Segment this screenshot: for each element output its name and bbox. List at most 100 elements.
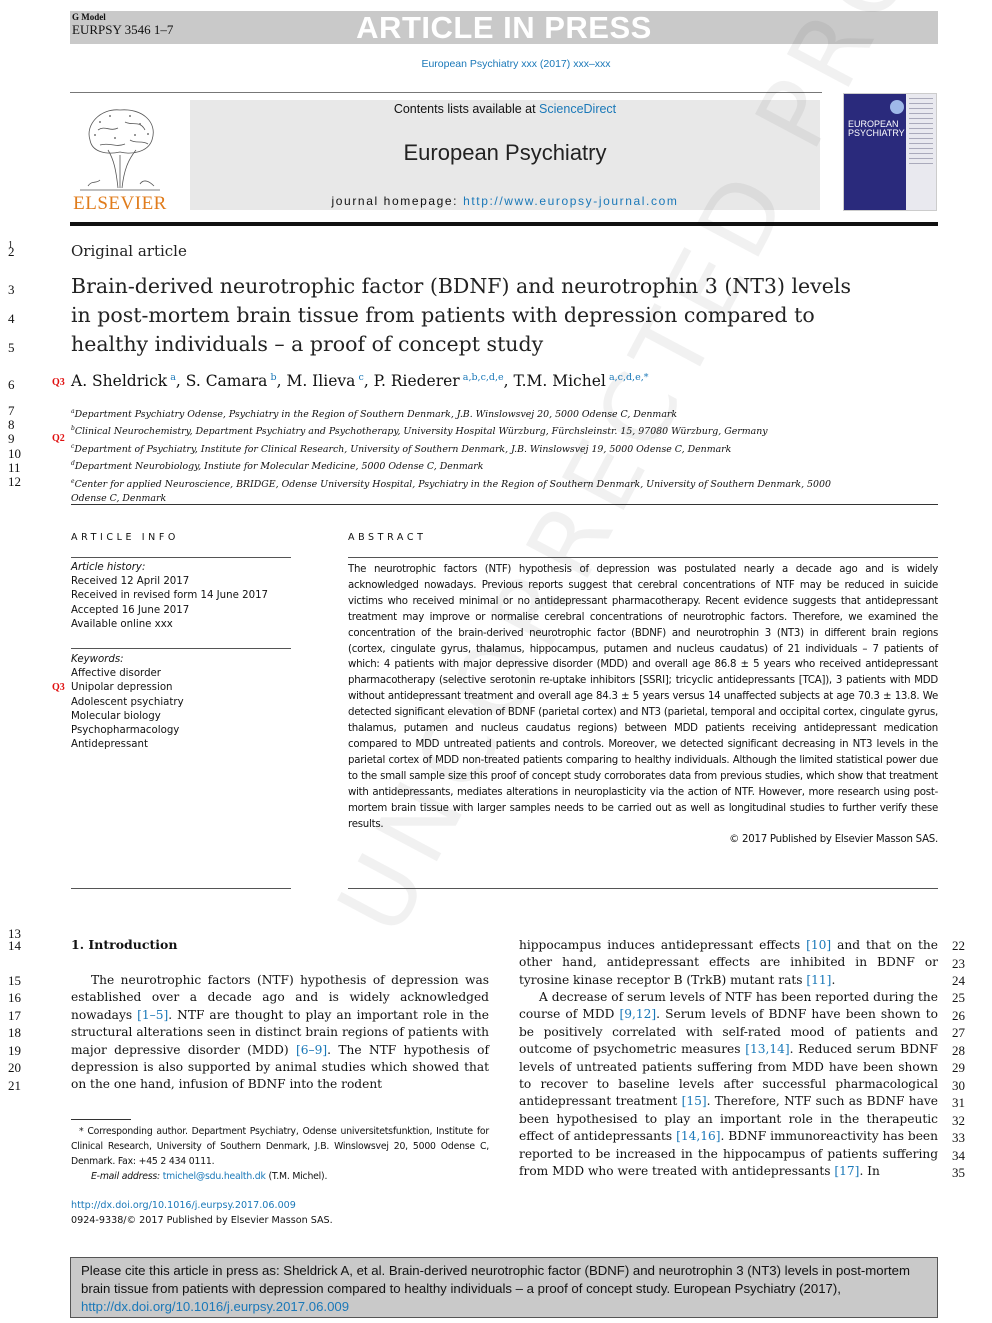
keyword: Psychopharmacology bbox=[71, 725, 180, 737]
line-number: 21 bbox=[8, 1078, 21, 1093]
query-marker[interactable]: Q2 bbox=[52, 433, 65, 444]
line-number: 18 bbox=[8, 1025, 21, 1040]
footnote-star: * bbox=[79, 1126, 84, 1137]
reference-link[interactable]: [10] bbox=[806, 938, 831, 952]
reference-link[interactable]: [15] bbox=[682, 1094, 707, 1108]
doi-link[interactable]: http://dx.doi.org/10.1016/j.eurpsy.2017.… bbox=[71, 1198, 333, 1213]
received-date: Received 12 April 2017 bbox=[71, 576, 190, 588]
author-affiliation-ref[interactable]: a,c,d,e,* bbox=[609, 372, 649, 383]
abstract-bottom-rule bbox=[348, 888, 938, 889]
line-number: 33 bbox=[952, 1130, 965, 1145]
citation-doi-link[interactable]: http://dx.doi.org/10.1016/j.eurpsy.2017.… bbox=[81, 1299, 349, 1314]
reference-link[interactable]: [9,12] bbox=[620, 1007, 657, 1021]
email-label: E-mail address: bbox=[91, 1171, 163, 1182]
paragraph-text: . bbox=[831, 972, 836, 987]
journal-reference: European Psychiatry xxx (2017) xxx–xxx bbox=[421, 58, 611, 70]
sciencedirect-link[interactable]: ScienceDirect bbox=[539, 102, 616, 116]
footnote-rule bbox=[71, 1119, 131, 1120]
author-separator: , bbox=[276, 372, 287, 391]
line-number: 35 bbox=[952, 1165, 965, 1180]
paragraph-text: hippocampus induces antidepressant effec… bbox=[519, 938, 807, 952]
article-history: Article history: Received 12 April 2017 … bbox=[71, 561, 268, 632]
article-title: Brain-derived neurotrophic factor (BDNF)… bbox=[71, 274, 851, 356]
author-separator: , bbox=[363, 372, 374, 391]
line-number: 22 bbox=[952, 938, 965, 953]
line-number: 23 bbox=[952, 956, 965, 971]
affiliation-item: cDepartment of Psychiatry, Institute for… bbox=[71, 440, 941, 457]
affiliation-text: Department of Psychiatry, Institute for … bbox=[74, 443, 732, 455]
intro-paragraph-right-1: hippocampus induces antidepressant effec… bbox=[519, 937, 938, 989]
line-number: 32 bbox=[952, 1113, 965, 1128]
author-name: M. Ilieva bbox=[286, 372, 359, 391]
keyword: Affective disorder bbox=[71, 668, 161, 680]
masthead-top-rule bbox=[70, 92, 822, 93]
line-number: 27 bbox=[952, 1025, 965, 1040]
email-link[interactable]: tmichel@sdu.health.dk bbox=[163, 1171, 266, 1182]
affiliation-item: aDepartment Psychiatry Odense, Psychiatr… bbox=[71, 405, 941, 422]
affiliation-item: dDepartment Neurobiology, Instiute for M… bbox=[71, 457, 941, 474]
line-number: 3 bbox=[8, 282, 15, 297]
history-label: Article history: bbox=[71, 562, 146, 573]
query-marker[interactable]: Q3 bbox=[52, 377, 65, 388]
line-number: 31 bbox=[952, 1095, 965, 1110]
affiliation-text: Center for applied Neuroscience, BRIDGE,… bbox=[74, 478, 831, 490]
doi-block: http://dx.doi.org/10.1016/j.eurpsy.2017.… bbox=[71, 1198, 333, 1228]
author-affiliation-ref[interactable]: a,b,c,d,e bbox=[463, 372, 504, 383]
article-type: Original article bbox=[71, 242, 187, 260]
author-separator: , bbox=[175, 372, 186, 391]
article-info-bottom-rule bbox=[71, 888, 291, 889]
affiliation-text: Clinical Neurochemistry, Department Psyc… bbox=[74, 426, 768, 438]
citation-box: Please cite this article in press as: Sh… bbox=[70, 1257, 938, 1318]
line-number: 30 bbox=[952, 1078, 965, 1093]
line-number: 24 bbox=[952, 973, 965, 988]
accepted-date: Accepted 16 June 2017 bbox=[71, 604, 190, 616]
reference-link[interactable]: [17] bbox=[834, 1164, 859, 1178]
line-number: 5 bbox=[8, 340, 15, 355]
line-number: 2 bbox=[8, 244, 15, 259]
journal-cover-image: EUROPEAN PSYCHIATRY bbox=[843, 93, 937, 211]
reference-link[interactable]: [14,16] bbox=[676, 1129, 720, 1143]
line-number: 14 bbox=[8, 938, 21, 953]
journal-homepage: journal homepage: http://www.europsy-jou… bbox=[190, 194, 820, 208]
header-divider bbox=[71, 504, 938, 505]
line-number: 15 bbox=[8, 973, 21, 988]
line-number: 17 bbox=[8, 1008, 21, 1023]
revised-date: Received in revised form 14 June 2017 bbox=[71, 590, 269, 602]
article-in-press-label: ARTICLE IN PRESS bbox=[356, 10, 652, 45]
homepage-link[interactable]: http://www.europsy-journal.com bbox=[463, 194, 678, 208]
contents-line: Contents lists available at ScienceDirec… bbox=[190, 102, 820, 116]
author-name: T.M. Michel bbox=[513, 372, 609, 391]
cover-contents-column bbox=[906, 94, 936, 210]
reference-link[interactable]: [11] bbox=[806, 973, 831, 987]
author-name: P. Riederer bbox=[373, 372, 463, 391]
paragraph-text: . In bbox=[859, 1164, 880, 1179]
line-number: 20 bbox=[8, 1060, 21, 1075]
query-marker[interactable]: Q3 bbox=[52, 682, 65, 693]
homepage-prefix: journal homepage: bbox=[331, 194, 464, 208]
introduction-heading: 1. Introduction bbox=[71, 937, 178, 952]
line-number: 26 bbox=[952, 1008, 965, 1023]
cover-title: EUROPEAN PSYCHIATRY bbox=[848, 120, 905, 138]
line-number: 6 bbox=[8, 377, 15, 392]
keywords-rule bbox=[71, 648, 291, 649]
article-info-heading: ARTICLE INFO bbox=[71, 532, 180, 543]
author-name: A. Sheldrick bbox=[71, 372, 171, 391]
keyword: Unipolar depression bbox=[71, 682, 173, 694]
reference-link[interactable]: [1–5] bbox=[137, 1008, 168, 1022]
author-name: S. Camara bbox=[185, 372, 271, 391]
affiliation-item: bClinical Neurochemistry, Department Psy… bbox=[71, 422, 941, 439]
reference-link[interactable]: [13,14] bbox=[745, 1042, 789, 1056]
line-number: 25 bbox=[952, 990, 965, 1005]
line-number: 19 bbox=[8, 1043, 21, 1058]
abstract-copyright: © 2017 Published by Elsevier Masson SAS. bbox=[729, 834, 938, 846]
issn-line: 0924-9338/© 2017 Published by Elsevier M… bbox=[71, 1215, 333, 1226]
line-number: 12 bbox=[8, 474, 21, 489]
line-number: 16 bbox=[8, 990, 21, 1005]
abstract-heading: ABSTRACT bbox=[348, 532, 427, 543]
online-date: Available online xxx bbox=[71, 618, 173, 630]
masthead-bottom-rule bbox=[70, 222, 938, 226]
keywords-label: Keywords: bbox=[71, 654, 124, 665]
reference-link[interactable]: [6–9] bbox=[296, 1043, 327, 1057]
line-number: 29 bbox=[952, 1060, 965, 1075]
keyword: Molecular biology bbox=[71, 710, 161, 722]
